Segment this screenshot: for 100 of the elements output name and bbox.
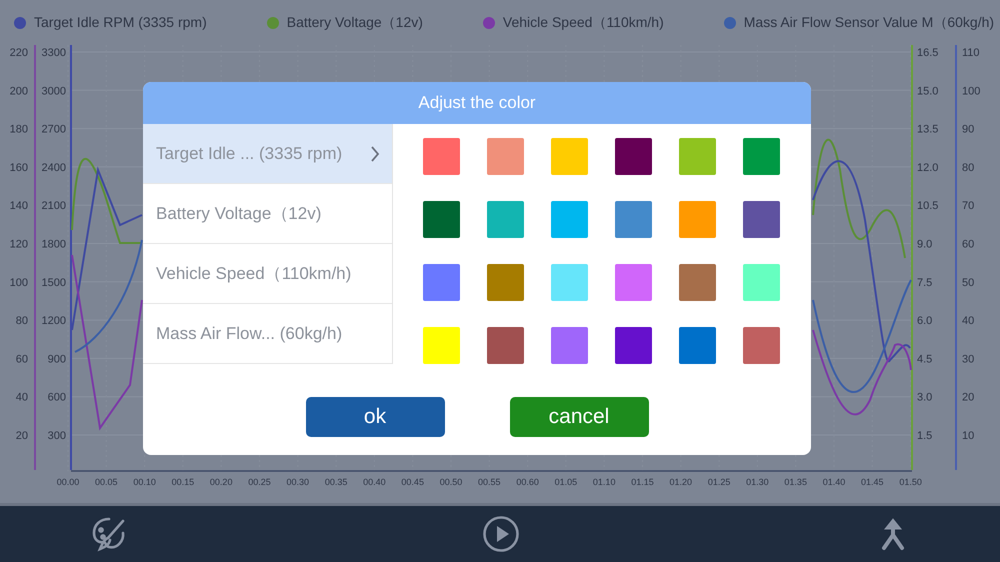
- axis-label: 00.00: [56, 477, 80, 487]
- color-swatch[interactable]: [487, 327, 524, 364]
- axis-label: 00.35: [324, 477, 348, 487]
- axis-label: 60: [962, 238, 974, 250]
- axis-label: 2700: [42, 124, 66, 136]
- chevron-icon: [370, 144, 380, 162]
- axis-label: 10: [962, 430, 974, 442]
- color-swatch[interactable]: [615, 201, 652, 238]
- axis-label: 7.5: [917, 276, 932, 289]
- color-swatch[interactable]: [615, 138, 652, 175]
- axis-label: 00.40: [363, 477, 386, 487]
- axis-label: 9.0: [917, 238, 932, 250]
- color-swatch[interactable]: [423, 201, 460, 238]
- axis-label: 15.0: [917, 85, 938, 98]
- axis-label: 80: [16, 315, 28, 328]
- axis-label: 1.5: [917, 430, 932, 442]
- axis-label: 200: [10, 85, 28, 98]
- axis-label: 13.5: [917, 124, 938, 136]
- legend-label: Vehicle Speed（110km/h): [502, 13, 664, 32]
- color-swatch[interactable]: [743, 264, 780, 301]
- axis-label: 50: [962, 276, 974, 289]
- axis-label: 1200: [42, 315, 66, 328]
- axis-label: 01.25: [708, 477, 730, 487]
- color-swatch[interactable]: [423, 138, 460, 175]
- axis-label: 01.20: [670, 477, 692, 487]
- axis-label: 01.40: [822, 477, 846, 487]
- axis-label: 01.35: [784, 477, 807, 487]
- color-swatch[interactable]: [679, 327, 716, 364]
- axis-label: 3000: [42, 85, 66, 98]
- axis-label: 600: [48, 392, 66, 404]
- axis-label: 80: [962, 162, 974, 174]
- axis-label: 40: [16, 392, 28, 404]
- axis-label: 220: [10, 47, 28, 59]
- axis-label: 160: [10, 162, 28, 174]
- color-swatch[interactable]: [551, 138, 588, 175]
- axis-label: 00.25: [248, 477, 271, 487]
- color-swatch[interactable]: [743, 327, 780, 364]
- axis-label: 01.30: [746, 477, 769, 487]
- axis-label: 180: [10, 124, 28, 136]
- axis-label: 2100: [42, 200, 66, 212]
- axis-label: 100: [10, 276, 28, 289]
- axis-label: 1500: [42, 276, 66, 289]
- axis-label: 01.05: [554, 477, 578, 487]
- series-item[interactable]: Target Idle ... (3335 rpm): [143, 124, 392, 184]
- play-icon[interactable]: [482, 515, 520, 553]
- axis-label: 900: [48, 353, 66, 366]
- color-swatch[interactable]: [743, 201, 780, 238]
- axis-label: 00.60: [516, 477, 539, 487]
- axis-label: 00.15: [172, 477, 194, 487]
- axis-label: 100: [962, 85, 980, 98]
- axis-label: 140: [10, 200, 28, 212]
- axis-label: 6.0: [917, 315, 932, 328]
- color-swatch[interactable]: [615, 327, 652, 364]
- color-swatch[interactable]: [487, 201, 524, 238]
- axis-label: 00.30: [286, 477, 310, 487]
- axis-label: 00.05: [95, 477, 118, 487]
- axis-label: 01.10: [592, 477, 616, 487]
- color-swatch[interactable]: [423, 264, 460, 301]
- axis-label: 3300: [42, 47, 66, 59]
- axis-label: 1800: [42, 238, 66, 250]
- color-swatch[interactable]: [615, 264, 652, 301]
- axis-label: 3.0: [917, 392, 932, 404]
- axis-label: 12.0: [917, 162, 938, 174]
- color-swatch[interactable]: [551, 264, 588, 301]
- axis-label: 120: [10, 238, 28, 250]
- color-swatch[interactable]: [743, 138, 780, 175]
- axis-label: 300: [48, 430, 66, 442]
- axis-label: 00.55: [478, 477, 501, 487]
- axis-label: 70: [962, 200, 974, 212]
- axis-label: 4.5: [917, 353, 932, 366]
- color-swatch[interactable]: [551, 201, 588, 238]
- axis-label: 00.10: [133, 477, 156, 487]
- axis-label: 40: [962, 315, 974, 328]
- color-swatch[interactable]: [679, 138, 716, 175]
- axis-label: 20: [16, 430, 28, 442]
- axis-label: 00.45: [401, 477, 424, 487]
- axis-label: 00.20: [210, 477, 232, 487]
- color-swatch[interactable]: [551, 327, 588, 364]
- cancel-button[interactable]: cancel: [510, 397, 648, 437]
- axis-label: 20: [962, 392, 974, 404]
- axis-label: 10.5: [917, 200, 938, 212]
- axis-label: 60: [16, 353, 28, 366]
- axis-label: 01.45: [861, 477, 884, 487]
- axis-label: 16.5: [917, 47, 938, 59]
- axis-label: 01.50: [899, 477, 922, 487]
- axis-label: 90: [962, 124, 974, 136]
- color-swatch[interactable]: [487, 138, 524, 175]
- color-swatch[interactable]: [487, 264, 524, 301]
- color-swatch[interactable]: [679, 201, 716, 238]
- color-swatch[interactable]: [679, 264, 716, 301]
- color-swatch[interactable]: [423, 327, 460, 364]
- axis-label: 30: [962, 353, 974, 366]
- axis-label: 2400: [42, 162, 66, 174]
- legend-label: Target Idle RPM (3335 rpm): [34, 13, 207, 32]
- legend-label: Mass Air Flow Sensor Value M（60kg/h): [744, 13, 994, 32]
- ok-button[interactable]: ok: [306, 397, 444, 437]
- axis-label: 00.50: [440, 477, 462, 487]
- axis-label: 110: [962, 47, 980, 59]
- dialog-title: Adjust the color: [418, 92, 536, 114]
- axis-label: 01.15: [631, 477, 654, 487]
